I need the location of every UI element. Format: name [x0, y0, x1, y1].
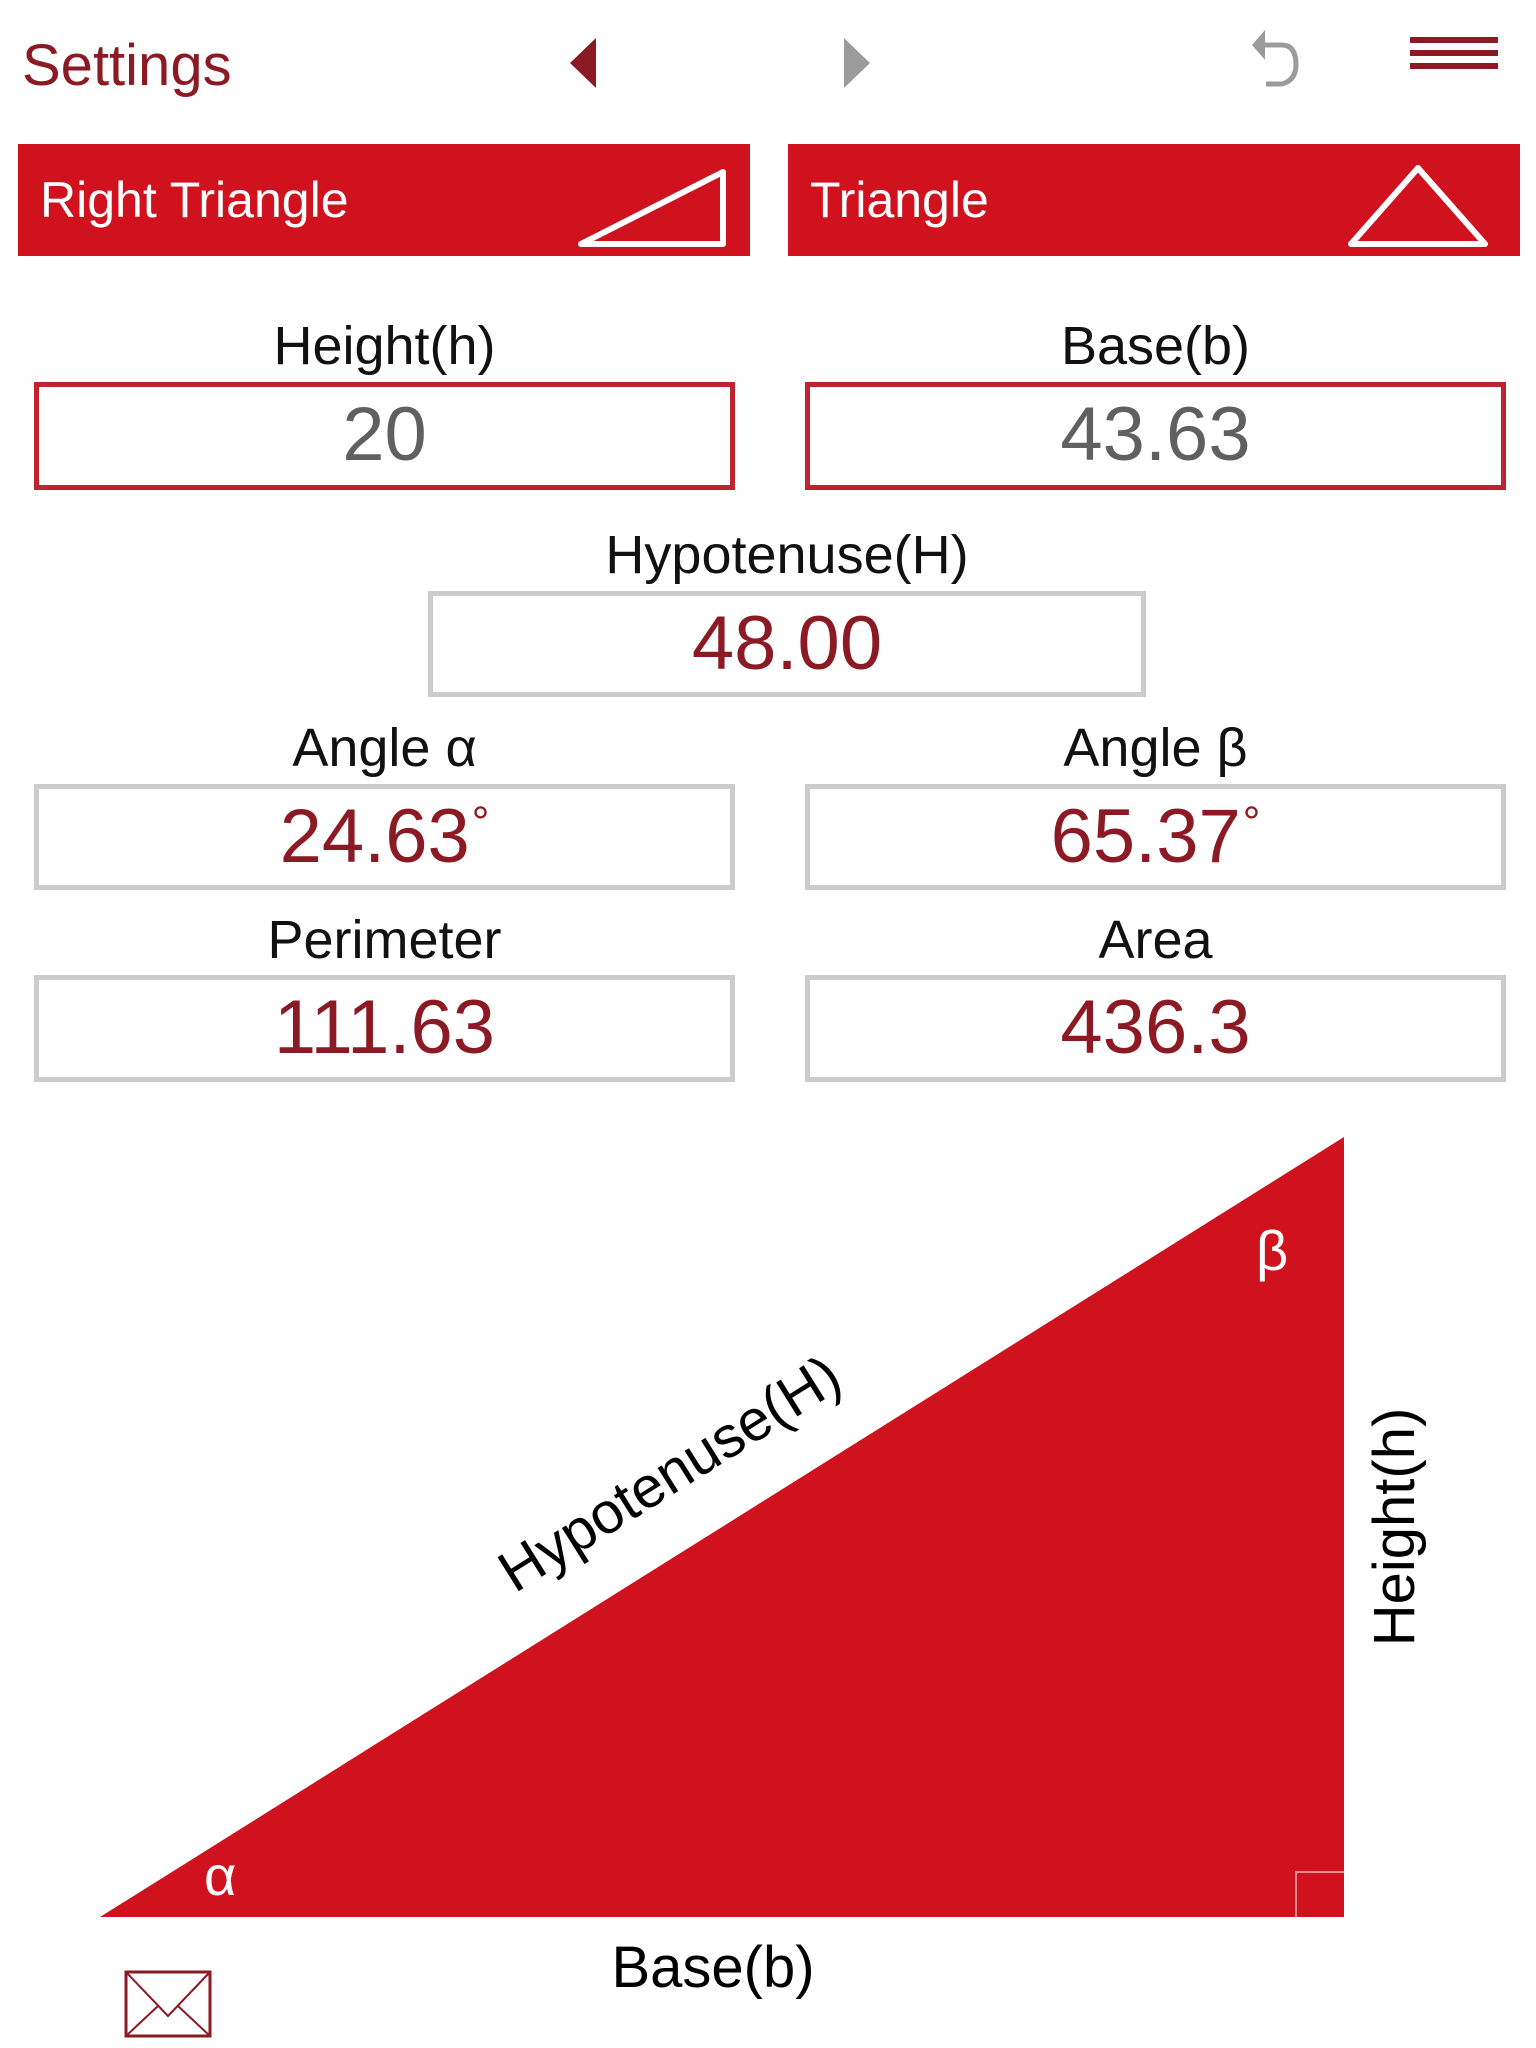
alpha-symbol: α	[204, 1844, 236, 1907]
triangle-diagram: α β Hypotenuse(H) Height(h) Base(b)	[100, 1137, 1427, 2000]
right-triangle-shape	[100, 1137, 1344, 1917]
mail-icon[interactable]	[124, 1970, 212, 2038]
beta-symbol: β	[1256, 1219, 1288, 1282]
base-diagram-label: Base(b)	[611, 1935, 814, 2000]
height-diagram-label: Height(h)	[1362, 1408, 1427, 1647]
